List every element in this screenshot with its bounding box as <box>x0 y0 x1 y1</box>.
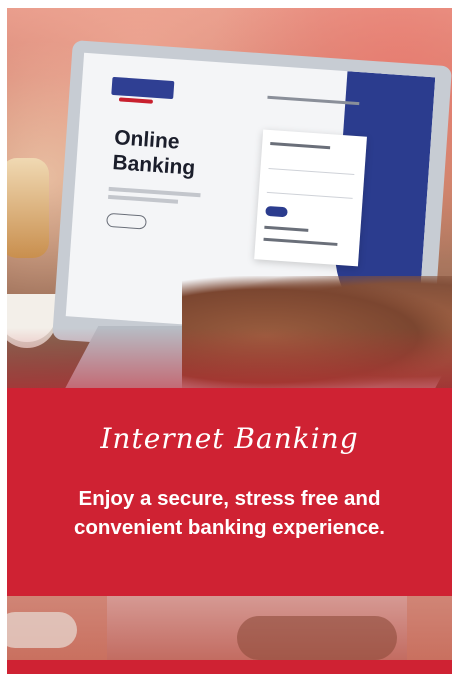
login-button <box>265 205 288 218</box>
ad-card: Online Banking Internet Banking Enjoy a … <box>0 0 459 682</box>
login-heading <box>270 142 331 150</box>
bottom-photo-strip <box>7 596 452 660</box>
promo-banner: Internet Banking Enjoy a secure, stress … <box>7 388 452 596</box>
register-link <box>263 237 338 246</box>
bank-logo <box>111 76 175 100</box>
screen-read-more-button <box>106 212 147 230</box>
screen-subtext <box>108 194 179 204</box>
screen-heading: Online Banking <box>112 125 198 181</box>
banner-description: Enjoy a secure, stress free and convenie… <box>73 487 385 539</box>
screen-heading-line2: Banking <box>111 151 196 180</box>
password-field <box>266 177 354 199</box>
hero-photo: Online Banking <box>7 8 452 388</box>
photo-fade <box>7 328 452 388</box>
banner-title: Internet Banking <box>100 422 359 455</box>
user-id-field <box>268 153 356 175</box>
forgot-password-link <box>264 225 309 232</box>
bank-logo-tagline <box>118 97 154 104</box>
bottom-red-bar <box>7 660 452 674</box>
login-panel <box>254 129 367 267</box>
strip-hand-blur <box>237 616 397 660</box>
pastry-image <box>7 158 49 258</box>
strip-cup-blur <box>7 612 77 648</box>
